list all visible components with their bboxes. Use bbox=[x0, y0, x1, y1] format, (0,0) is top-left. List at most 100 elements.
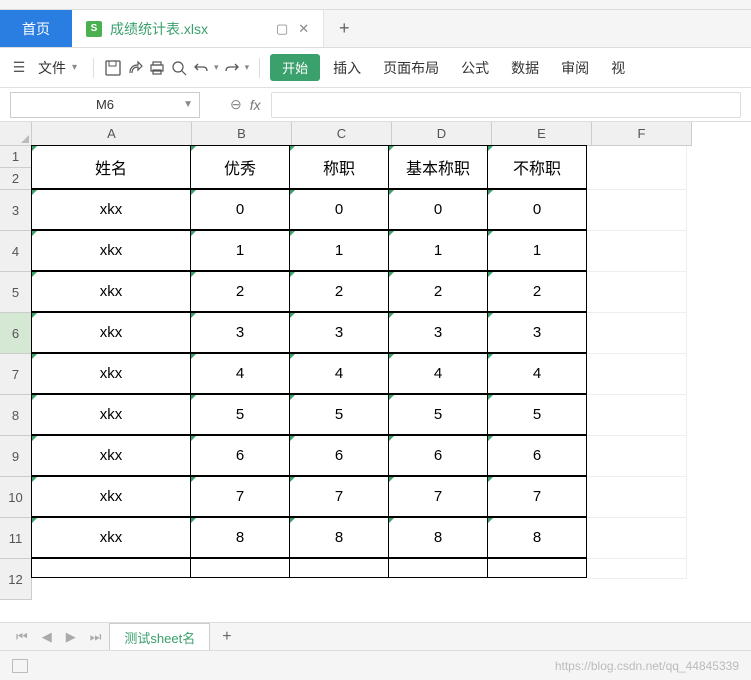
file-tab[interactable]: S 成绩统计表.xlsx ▢ ✕ bbox=[72, 10, 324, 47]
data-cell[interactable] bbox=[31, 558, 191, 578]
col-header-B[interactable]: B bbox=[192, 122, 292, 146]
save-icon[interactable] bbox=[104, 59, 122, 77]
data-cell[interactable]: xkx bbox=[31, 353, 191, 394]
undo-icon[interactable] bbox=[192, 59, 210, 77]
chevron-down-icon[interactable]: ▼ bbox=[183, 99, 193, 110]
close-tab-icon[interactable]: ✕ bbox=[298, 21, 309, 37]
data-cell[interactable]: 2 bbox=[487, 271, 587, 312]
data-cell[interactable]: 7 bbox=[487, 476, 587, 517]
insert-tab[interactable]: 插入 bbox=[324, 54, 370, 82]
row-header-12[interactable]: 12 bbox=[0, 559, 32, 600]
header-cell[interactable] bbox=[587, 146, 687, 190]
data-cell[interactable]: 1 bbox=[388, 230, 488, 271]
data-cell[interactable]: xkx bbox=[31, 476, 191, 517]
row-header-6[interactable]: 6 bbox=[0, 313, 32, 354]
spreadsheet-grid[interactable]: ABCDEF 123456789101112 姓名优秀称职基本称职不称职xkx0… bbox=[0, 122, 751, 662]
row-header-1[interactable]: 1 bbox=[0, 146, 32, 168]
data-cell[interactable]: 3 bbox=[388, 312, 488, 353]
data-cell[interactable]: 2 bbox=[388, 271, 488, 312]
data-cell[interactable]: 2 bbox=[289, 271, 389, 312]
data-cell[interactable]: 7 bbox=[190, 476, 290, 517]
data-cell[interactable]: 4 bbox=[289, 353, 389, 394]
data-cell[interactable] bbox=[587, 272, 687, 313]
header-cell[interactable]: 优秀 bbox=[190, 145, 290, 189]
row-header-8[interactable]: 8 bbox=[0, 395, 32, 436]
col-header-E[interactable]: E bbox=[492, 122, 592, 146]
sheet-nav-prev-icon[interactable]: ◀ bbox=[36, 629, 58, 645]
data-cell[interactable] bbox=[587, 313, 687, 354]
data-cell[interactable] bbox=[587, 190, 687, 231]
data-cell[interactable] bbox=[587, 231, 687, 272]
data-cell[interactable]: 0 bbox=[190, 189, 290, 230]
data-cell[interactable]: xkx bbox=[31, 435, 191, 476]
formulas-tab[interactable]: 公式 bbox=[452, 54, 498, 82]
col-header-D[interactable]: D bbox=[392, 122, 492, 146]
data-cell[interactable] bbox=[587, 518, 687, 559]
home-tab[interactable]: 首页 bbox=[0, 10, 72, 47]
data-cell[interactable]: 8 bbox=[388, 517, 488, 558]
view-tab[interactable]: 视 bbox=[602, 54, 634, 82]
data-cell[interactable]: 4 bbox=[388, 353, 488, 394]
data-cell[interactable]: 4 bbox=[487, 353, 587, 394]
formula-input[interactable] bbox=[271, 92, 741, 118]
new-tab-button[interactable]: + bbox=[324, 10, 364, 47]
header-cell[interactable]: 基本称职 bbox=[388, 145, 488, 189]
data-tab[interactable]: 数据 bbox=[502, 54, 548, 82]
sheet-nav-last-icon[interactable]: ⏭ bbox=[84, 629, 108, 645]
data-cell[interactable] bbox=[190, 558, 290, 578]
data-cell[interactable]: 7 bbox=[289, 476, 389, 517]
status-mode-icon[interactable] bbox=[12, 659, 28, 673]
header-cell[interactable]: 姓名 bbox=[31, 145, 191, 189]
data-cell[interactable] bbox=[388, 558, 488, 578]
data-cell[interactable] bbox=[487, 558, 587, 578]
data-cell[interactable]: 3 bbox=[190, 312, 290, 353]
header-cell[interactable]: 不称职 bbox=[487, 145, 587, 189]
preview-icon[interactable] bbox=[170, 59, 188, 77]
cancel-fx-icon[interactable]: ⊖ bbox=[230, 96, 242, 113]
data-cell[interactable]: 6 bbox=[190, 435, 290, 476]
col-header-C[interactable]: C bbox=[292, 122, 392, 146]
data-cell[interactable]: xkx bbox=[31, 189, 191, 230]
data-cell[interactable]: xkx bbox=[31, 271, 191, 312]
data-cell[interactable]: xkx bbox=[31, 230, 191, 271]
data-cell[interactable] bbox=[587, 354, 687, 395]
data-cell[interactable] bbox=[587, 436, 687, 477]
data-cell[interactable]: xkx bbox=[31, 312, 191, 353]
row-header-7[interactable]: 7 bbox=[0, 354, 32, 395]
data-cell[interactable]: 7 bbox=[388, 476, 488, 517]
data-cell[interactable] bbox=[587, 477, 687, 518]
row-header-5[interactable]: 5 bbox=[0, 272, 32, 313]
data-cell[interactable]: xkx bbox=[31, 394, 191, 435]
page-layout-tab[interactable]: 页面布局 bbox=[374, 54, 448, 82]
col-header-F[interactable]: F bbox=[592, 122, 692, 146]
data-cell[interactable] bbox=[587, 395, 687, 436]
data-cell[interactable]: 1 bbox=[190, 230, 290, 271]
data-cell[interactable]: 0 bbox=[289, 189, 389, 230]
row-header-10[interactable]: 10 bbox=[0, 477, 32, 518]
file-menu[interactable]: 文件▾ bbox=[32, 54, 83, 82]
data-cell[interactable]: 5 bbox=[289, 394, 389, 435]
data-cell[interactable] bbox=[587, 559, 687, 579]
data-cell[interactable]: 0 bbox=[388, 189, 488, 230]
select-all-corner[interactable] bbox=[0, 122, 32, 146]
data-cell[interactable]: 6 bbox=[388, 435, 488, 476]
row-header-11[interactable]: 11 bbox=[0, 518, 32, 559]
sheet-nav-first-icon[interactable]: ⏮ bbox=[10, 629, 34, 645]
data-cell[interactable]: 6 bbox=[289, 435, 389, 476]
data-cell[interactable]: 5 bbox=[487, 394, 587, 435]
add-sheet-button[interactable]: + bbox=[212, 624, 241, 650]
redo-icon[interactable] bbox=[223, 59, 241, 77]
data-cell[interactable]: 8 bbox=[487, 517, 587, 558]
start-tab[interactable]: 开始 bbox=[270, 54, 320, 81]
data-cell[interactable]: 6 bbox=[487, 435, 587, 476]
data-cell[interactable] bbox=[289, 558, 389, 578]
print-icon[interactable] bbox=[148, 59, 166, 77]
review-tab[interactable]: 审阅 bbox=[552, 54, 598, 82]
data-cell[interactable]: xkx bbox=[31, 517, 191, 558]
header-cell[interactable]: 称职 bbox=[289, 145, 389, 189]
data-cell[interactable]: 2 bbox=[190, 271, 290, 312]
hamburger-icon[interactable]: ☰ bbox=[10, 59, 28, 77]
data-cell[interactable]: 0 bbox=[487, 189, 587, 230]
data-cell[interactable]: 3 bbox=[487, 312, 587, 353]
col-header-A[interactable]: A bbox=[32, 122, 192, 146]
